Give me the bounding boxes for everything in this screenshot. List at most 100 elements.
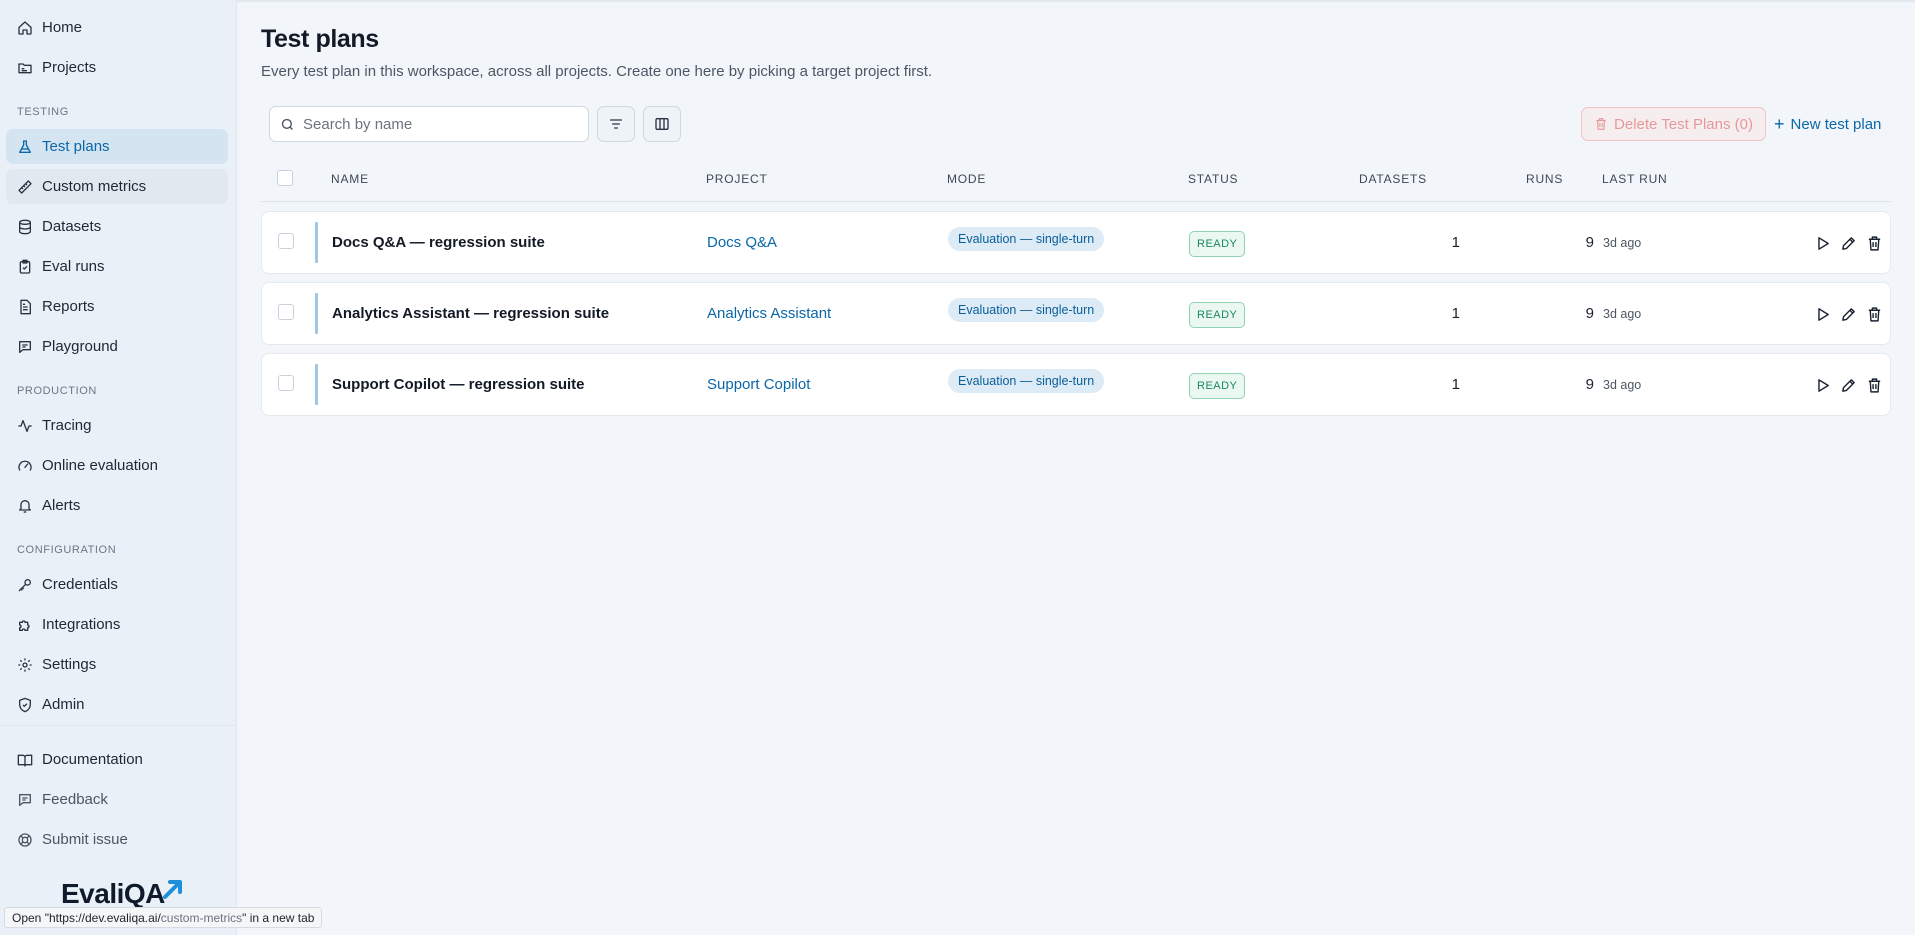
sidebar-item-test-plans[interactable]: Test plans bbox=[6, 129, 228, 164]
sidebar-item-label: Datasets bbox=[42, 218, 102, 235]
status-badge: READY bbox=[1189, 373, 1246, 399]
sidebar: Home Projects TESTING Test plans Custom … bbox=[0, 0, 237, 935]
edit-icon[interactable] bbox=[1840, 306, 1857, 323]
row-project-link[interactable]: Analytics Assistant bbox=[707, 305, 831, 322]
sidebar-item-eval-runs[interactable]: Eval runs bbox=[6, 249, 228, 284]
sidebar-item-label: Test plans bbox=[42, 138, 110, 155]
row-datasets: 1 bbox=[1451, 305, 1460, 322]
sidebar-item-integrations[interactable]: Integrations bbox=[6, 607, 228, 642]
sidebar-item-label: Alerts bbox=[42, 497, 81, 514]
sidebar-item-playground[interactable]: Playground bbox=[6, 329, 228, 364]
sidebar-item-label: Projects bbox=[42, 59, 97, 76]
logo-text: EvaliQA bbox=[61, 878, 165, 909]
logo[interactable]: EvaliQA bbox=[61, 878, 185, 910]
sidebar-item-documentation[interactable]: Documentation bbox=[6, 742, 228, 777]
link-preview-statusbar: Open "https://dev.evaliqa.ai/custom-metr… bbox=[4, 907, 323, 928]
sidebar-divider bbox=[0, 725, 237, 726]
run-icon[interactable] bbox=[1814, 377, 1831, 394]
select-all-checkbox[interactable] bbox=[277, 170, 293, 186]
sidebar-item-alerts[interactable]: Alerts bbox=[6, 488, 228, 523]
sidebar-item-admin[interactable]: Admin bbox=[6, 687, 228, 722]
sidebar-item-projects[interactable]: Projects bbox=[6, 50, 228, 85]
header-name[interactable]: NAME bbox=[331, 172, 369, 186]
row-accent-bar bbox=[315, 293, 318, 334]
row-name[interactable]: Docs Q&A — regression suite bbox=[332, 234, 545, 251]
statusbar-prefix: Open " bbox=[12, 911, 49, 925]
section-label-configuration: CONFIGURATION bbox=[17, 544, 117, 556]
table-row[interactable]: Analytics Assistant — regression suite A… bbox=[261, 282, 1891, 345]
ruler-icon bbox=[17, 179, 33, 195]
sidebar-item-settings[interactable]: Settings bbox=[6, 647, 228, 682]
row-datasets: 1 bbox=[1451, 234, 1460, 251]
columns-button[interactable] bbox=[643, 106, 681, 142]
sidebar-item-label: Playground bbox=[42, 338, 118, 355]
table-row[interactable]: Support Copilot — regression suite Suppo… bbox=[261, 353, 1891, 416]
new-test-plan-button[interactable]: + New test plan bbox=[1774, 107, 1881, 141]
book-icon bbox=[17, 752, 33, 768]
run-icon[interactable] bbox=[1814, 235, 1831, 252]
edit-icon[interactable] bbox=[1840, 235, 1857, 252]
delete-icon[interactable] bbox=[1866, 306, 1883, 323]
sidebar-item-reports[interactable]: Reports bbox=[6, 289, 228, 324]
row-last-run: 3d ago bbox=[1603, 236, 1642, 250]
search-box[interactable] bbox=[269, 106, 589, 142]
header-status[interactable]: STATUS bbox=[1188, 172, 1238, 186]
delete-icon[interactable] bbox=[1866, 377, 1883, 394]
sidebar-item-tracing[interactable]: Tracing bbox=[6, 408, 228, 443]
new-label: New test plan bbox=[1790, 115, 1882, 133]
sidebar-item-label: Admin bbox=[42, 696, 85, 713]
row-last-run: 3d ago bbox=[1603, 307, 1642, 321]
delete-test-plans-button[interactable]: Delete Test Plans (0) bbox=[1581, 107, 1766, 141]
header-runs[interactable]: RUNS bbox=[1526, 172, 1563, 186]
mode-pill: Evaluation — single-turn bbox=[948, 369, 1105, 393]
header-last-run[interactable]: LAST RUN bbox=[1602, 172, 1668, 186]
header-project[interactable]: PROJECT bbox=[706, 172, 768, 186]
row-name[interactable]: Support Copilot — regression suite bbox=[332, 376, 585, 393]
sidebar-item-datasets[interactable]: Datasets bbox=[6, 209, 228, 244]
row-runs: 9 bbox=[1585, 305, 1594, 322]
flask-icon bbox=[17, 139, 33, 155]
sidebar-item-label: Tracing bbox=[42, 417, 92, 434]
table-header: NAME PROJECT MODE STATUS DATASETS RUNS L… bbox=[261, 164, 1891, 202]
page-subtitle: Every test plan in this workspace, acros… bbox=[261, 63, 933, 80]
activity-icon bbox=[17, 418, 33, 434]
table-row[interactable]: Docs Q&A — regression suite Docs Q&A Eva… bbox=[261, 211, 1891, 274]
row-project-link[interactable]: Support Copilot bbox=[707, 376, 810, 393]
lifebuoy-icon bbox=[17, 832, 33, 848]
gear-icon bbox=[17, 657, 33, 673]
mode-pill: Evaluation — single-turn bbox=[948, 298, 1105, 322]
sidebar-item-custom-metrics[interactable]: Custom metrics bbox=[6, 169, 228, 204]
mode-pill: Evaluation — single-turn bbox=[948, 227, 1105, 251]
sidebar-item-feedback[interactable]: Feedback bbox=[6, 782, 228, 817]
sidebar-item-label: Credentials bbox=[42, 576, 118, 593]
header-datasets[interactable]: DATASETS bbox=[1359, 172, 1427, 186]
sidebar-item-credentials[interactable]: Credentials bbox=[6, 567, 228, 602]
sidebar-item-submit-issue[interactable]: Submit issue bbox=[6, 822, 228, 857]
delete-label: Delete Test Plans (0) bbox=[1614, 115, 1753, 133]
gauge-icon bbox=[17, 458, 33, 474]
delete-icon[interactable] bbox=[1866, 235, 1883, 252]
sidebar-item-home[interactable]: Home bbox=[6, 10, 228, 45]
logo-arrow-icon bbox=[162, 880, 182, 899]
row-runs: 9 bbox=[1585, 234, 1594, 251]
search-input[interactable] bbox=[303, 115, 573, 133]
message-icon bbox=[17, 792, 33, 808]
statusbar-url-main: https://dev.evaliqa.ai/ bbox=[48, 911, 161, 925]
row-project-link[interactable]: Docs Q&A bbox=[707, 234, 777, 251]
section-label-production: PRODUCTION bbox=[17, 385, 97, 397]
row-accent-bar bbox=[315, 364, 318, 405]
row-checkbox[interactable] bbox=[278, 304, 294, 320]
sidebar-item-online-evaluation[interactable]: Online evaluation bbox=[6, 448, 228, 483]
run-icon[interactable] bbox=[1814, 306, 1831, 323]
row-checkbox[interactable] bbox=[278, 233, 294, 249]
search-icon bbox=[280, 117, 295, 132]
header-mode[interactable]: MODE bbox=[947, 172, 986, 186]
row-runs: 9 bbox=[1585, 376, 1594, 393]
filter-button[interactable] bbox=[597, 106, 635, 142]
row-checkbox[interactable] bbox=[278, 375, 294, 391]
edit-icon[interactable] bbox=[1840, 377, 1857, 394]
sidebar-item-label: Eval runs bbox=[42, 258, 105, 275]
clipboard-check-icon bbox=[17, 259, 33, 275]
row-name[interactable]: Analytics Assistant — regression suite bbox=[332, 305, 609, 322]
columns-icon bbox=[654, 116, 670, 132]
